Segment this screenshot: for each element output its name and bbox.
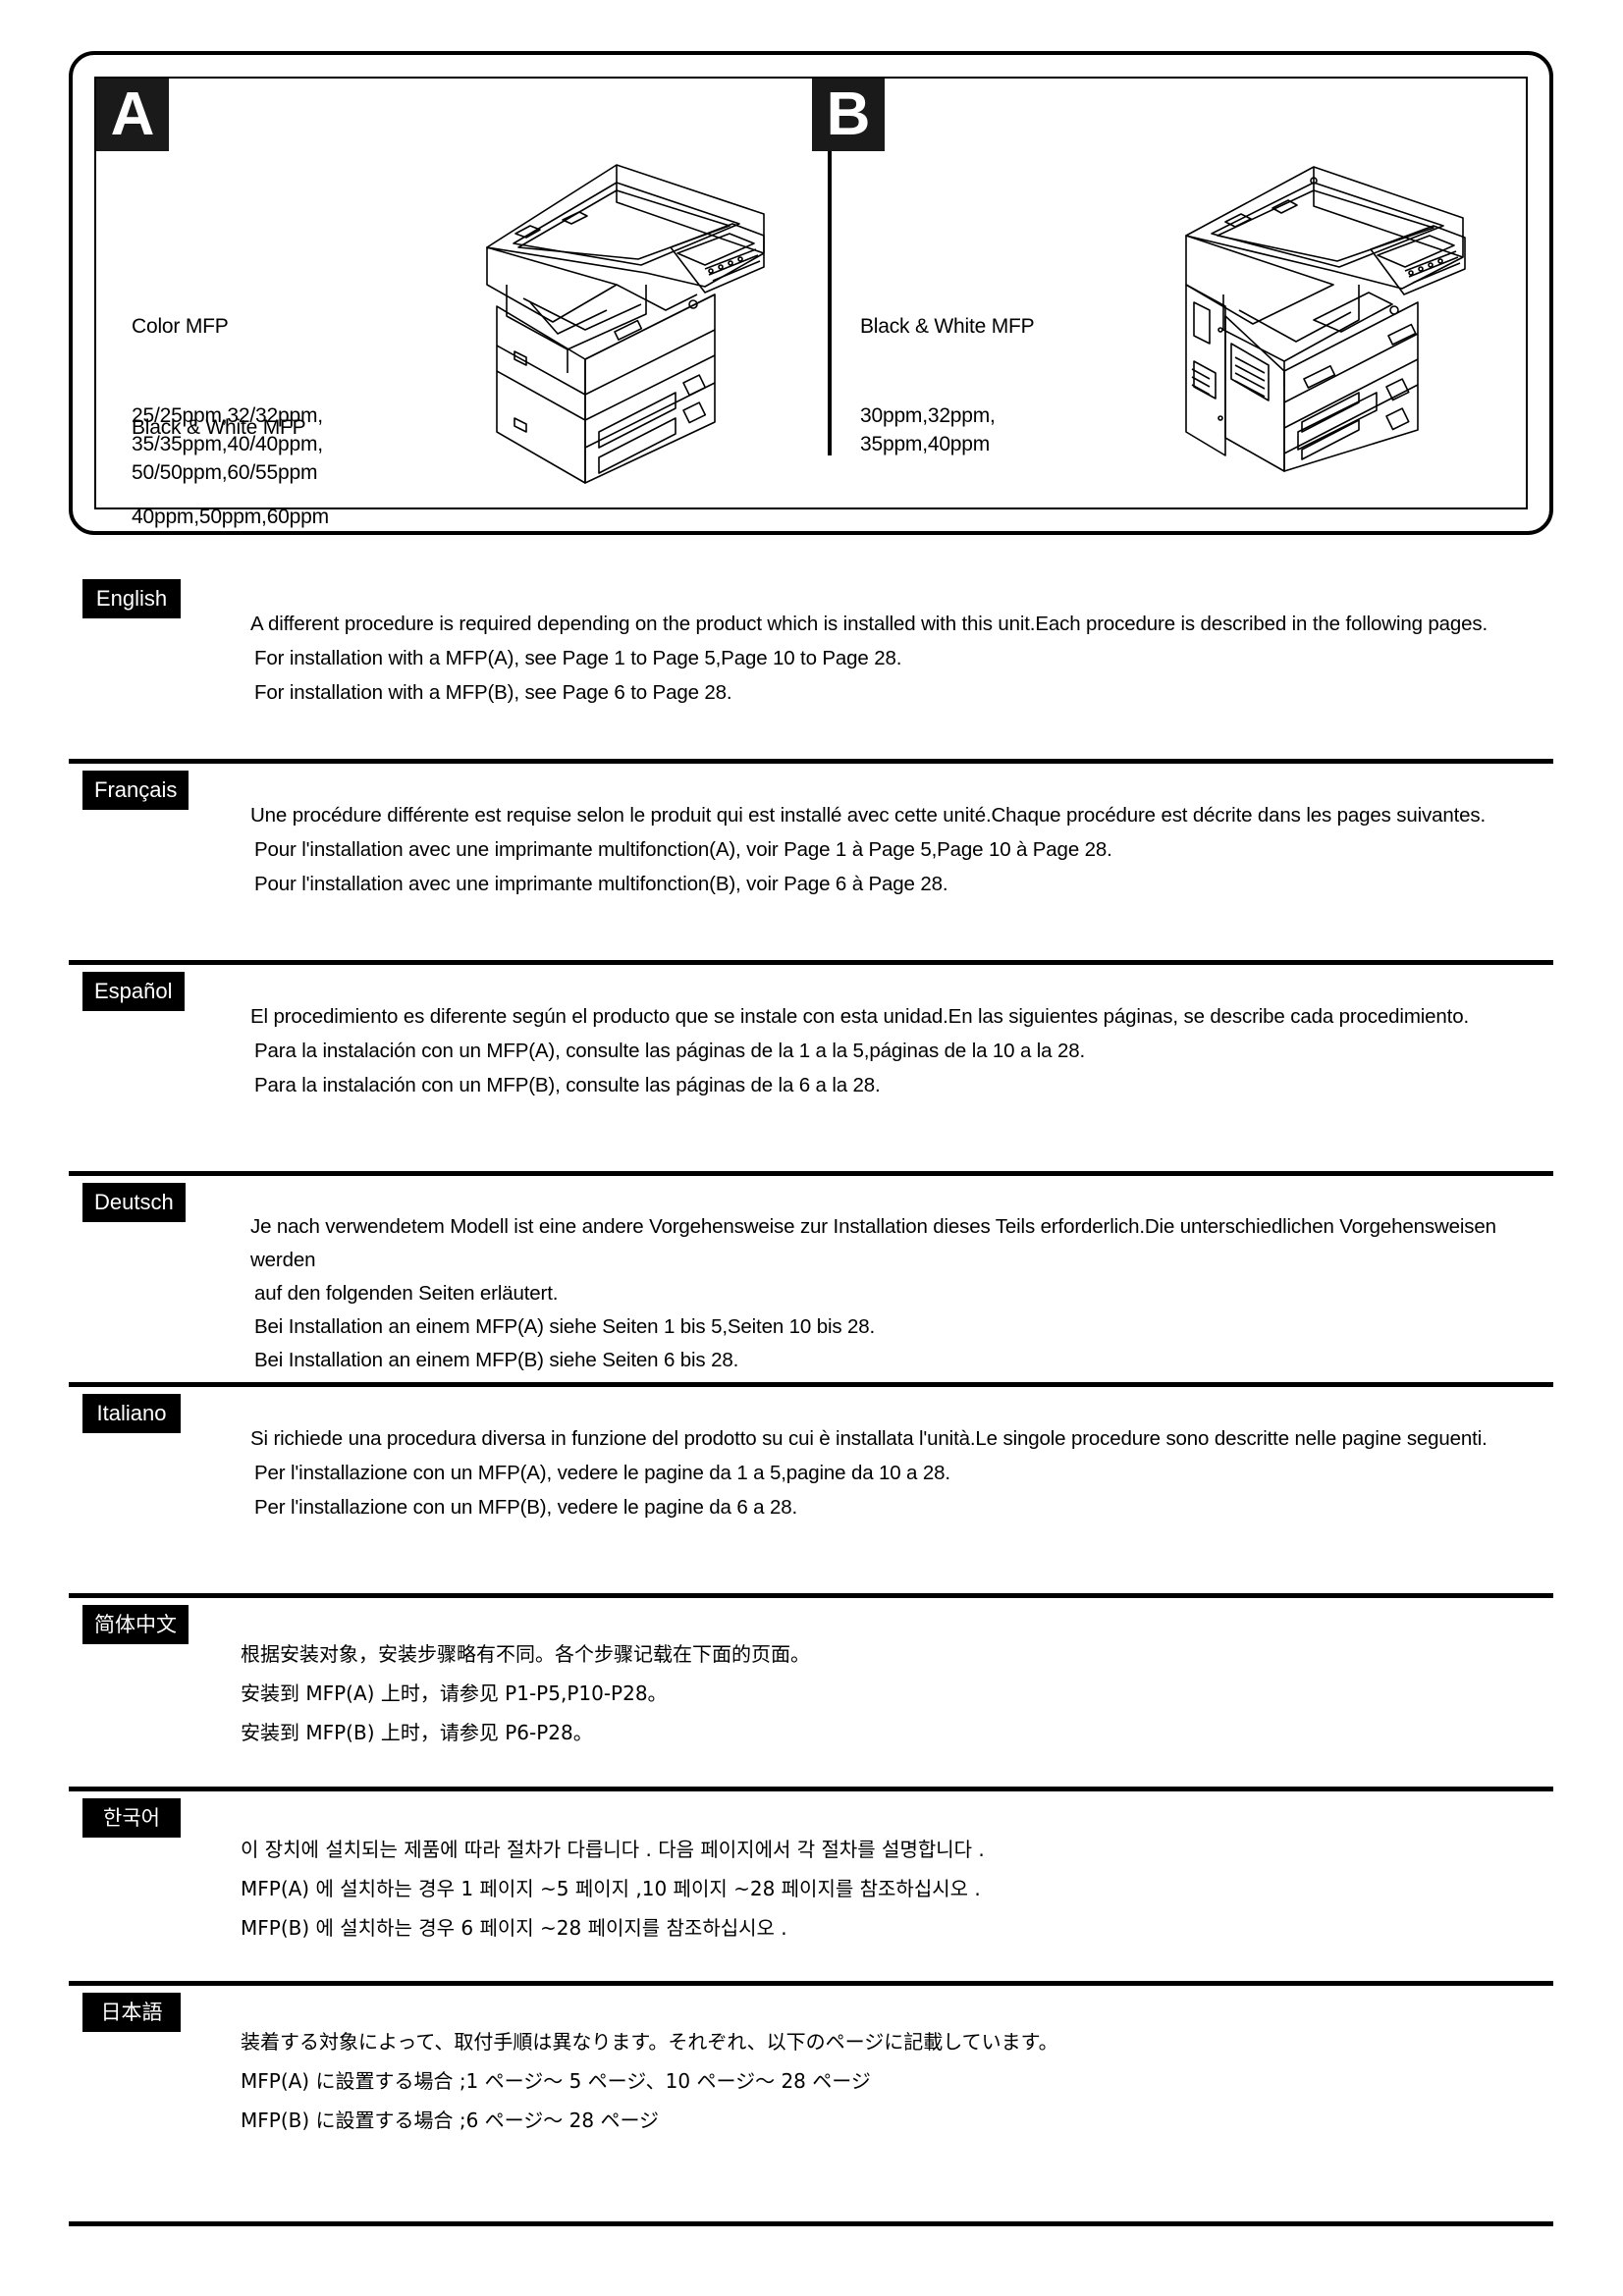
language-badge-italian: Italiano xyxy=(82,1394,181,1433)
text-line: Je nach verwendetem Modell ist eine ande… xyxy=(250,1215,1502,1271)
language-body-japanese: 装着する対象によって、取付手順は異なります。それぞれ、以下のページに記載していま… xyxy=(241,2022,1546,2140)
color-mfp-illustration-icon xyxy=(469,137,803,491)
panel-b-bw-specs: Black & White MFP 30ppm,32ppm, 35ppm,40p… xyxy=(860,255,1035,515)
panel-tag-b: B xyxy=(812,79,885,151)
language-badge-french: Français xyxy=(82,771,189,810)
language-badge-english: English xyxy=(82,579,181,618)
text-line: 装着する対象によって、取付手順は異なります。それぞれ、以下のページに記載していま… xyxy=(241,2030,1058,2054)
language-body-english: A different procedure is required depend… xyxy=(250,607,1556,710)
text-line: For installation with a MFP(A), see Page… xyxy=(254,647,902,669)
text-line: 安装到 MFP(B) 上时，请参见 P6-P28。 xyxy=(241,1721,593,1744)
language-badge-simplified-chinese: 简体中文 xyxy=(82,1605,189,1644)
panel-vertical-divider xyxy=(828,122,832,455)
language-body-simplified-chinese: 根据安装对象，安装步骤略有不同。各个步骤记载在下面的页面。 安装到 MFP(A)… xyxy=(241,1634,1546,1752)
black-white-mfp-illustration-icon xyxy=(1166,137,1500,491)
section-rule xyxy=(69,1171,1553,1176)
text-line: Une procédure différente est requise sel… xyxy=(250,804,1487,827)
text-line: Bei Installation an einem MFP(A) siehe S… xyxy=(254,1315,876,1338)
language-badge-german: Deutsch xyxy=(82,1183,186,1222)
text-line: Para la instalación con un MFP(B), consu… xyxy=(254,1074,881,1096)
language-body-german: Je nach verwendetem Modell ist eine ande… xyxy=(250,1210,1556,1377)
panel-a-bw-title: Black & White MFP xyxy=(132,416,306,439)
section-rule xyxy=(69,1787,1553,1791)
language-body-spanish: El procedimiento es diferente según el p… xyxy=(250,999,1556,1102)
section-rule xyxy=(69,1981,1553,1986)
language-badge-spanish: Español xyxy=(82,972,185,1011)
panel-a-bw-specs: Black & White MFP 40ppm,50ppm,60ppm xyxy=(132,356,329,588)
text-line: Per l'installazione con un MFP(B), veder… xyxy=(254,1496,797,1519)
product-illustration-panel: A Color MFP 25/25ppm,32/32ppm, 35/35ppm,… xyxy=(69,51,1553,535)
footer-rule xyxy=(69,2221,1553,2226)
text-line: 根据安装对象，安装步骤略有不同。各个步骤记载在下面的页面。 xyxy=(241,1642,810,1666)
text-line: MFP(A) 에 설치하는 경우 1 페이지 ~5 페이지 ,10 페이지 ~2… xyxy=(241,1877,981,1900)
panel-a-color-title: Color MFP xyxy=(132,315,229,338)
text-line: 安装到 MFP(A) 上时，请参见 P1-P5,P10-P28。 xyxy=(241,1682,668,1705)
section-rule xyxy=(69,960,1553,965)
text-line: Per l'installazione con un MFP(A), veder… xyxy=(254,1462,950,1484)
text-line: MFP(A) に設置する場合 ;1 ページ～ 5 ページ、10 ページ～ 28 … xyxy=(241,2069,871,2093)
text-line: For installation with a MFP(B), see Page… xyxy=(254,681,732,704)
text-line: El procedimiento es diferente según el p… xyxy=(250,1005,1469,1028)
language-badge-korean: 한국어 xyxy=(82,1798,181,1838)
language-body-french: Une procédure différente est requise sel… xyxy=(250,798,1556,901)
text-line: Si richiede una procedura diversa in fun… xyxy=(250,1427,1488,1450)
text-line: Pour l'installation avec une imprimante … xyxy=(254,873,948,895)
panel-a-bw-speed-list: 40ppm,50ppm,60ppm xyxy=(132,506,329,528)
language-badge-japanese: 日本語 xyxy=(82,1993,181,2032)
illustration-panel-inner-border: A Color MFP 25/25ppm,32/32ppm, 35/35ppm,… xyxy=(94,77,1528,528)
language-body-italian: Si richiede una procedura diversa in fun… xyxy=(250,1421,1556,1524)
text-line: Para la instalación con un MFP(A), consu… xyxy=(254,1040,1085,1062)
section-rule xyxy=(69,1593,1553,1598)
language-body-korean: 이 장치에 설치되는 제품에 따라 절차가 다릅니다 . 다음 페이지에서 각 … xyxy=(241,1830,1546,1948)
text-line: MFP(B) に設置する場合 ;6 ページ～ 28 ページ xyxy=(241,2109,660,2132)
text-line: Bei Installation an einem MFP(B) siehe S… xyxy=(254,1349,739,1371)
panel-b-bw-title: Black & White MFP xyxy=(860,315,1035,338)
section-rule xyxy=(69,759,1553,764)
text-line: A different procedure is required depend… xyxy=(250,613,1488,635)
text-line: MFP(B) 에 설치하는 경우 6 페이지 ~28 페이지를 참조하십시오 . xyxy=(241,1916,787,1940)
panel-b-bw-speed-list: 30ppm,32ppm, 35ppm,40ppm xyxy=(860,404,996,455)
text-line: 이 장치에 설치되는 제품에 따라 절차가 다릅니다 . 다음 페이지에서 각 … xyxy=(241,1838,985,1861)
panel-tag-a: A xyxy=(96,79,169,151)
text-line: auf den folgenden Seiten erläutert. xyxy=(254,1282,559,1305)
section-rule xyxy=(69,1382,1553,1387)
text-line: Pour l'installation avec une imprimante … xyxy=(254,838,1112,861)
